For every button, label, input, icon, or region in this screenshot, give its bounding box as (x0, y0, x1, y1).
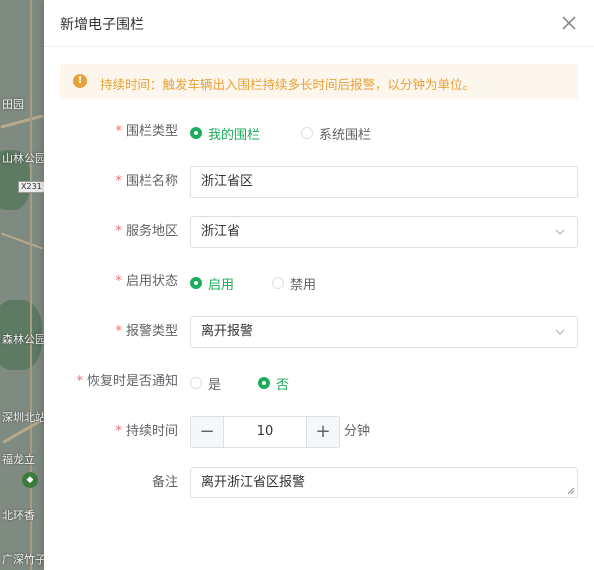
service-area-label: * 服务地区 (115, 224, 178, 239)
remark-textarea[interactable]: 离开浙江省区报警 (190, 467, 578, 498)
form-row-remark: 备注 离开浙江省区报警 (44, 467, 594, 499)
map-label: 森林公园 (2, 333, 44, 346)
form-row-fence-name: * 围栏名称 浙江省区 (44, 166, 594, 198)
alarm-type-label: * 报警类型 (115, 324, 178, 339)
duration-stepper: − 10 + (190, 416, 340, 448)
decrement-button[interactable]: − (191, 417, 224, 447)
map-label: 广深竹子 (2, 553, 44, 566)
radio-system-fence[interactable]: 系统围栏 (301, 124, 371, 143)
form-row-fence-type: * 围栏类型 我的围栏 系统围栏 (44, 116, 594, 148)
radio-notify-no[interactable]: 否 (258, 374, 289, 393)
add-fence-drawer: 新增电子围栏 ! 持续时间：触发车辆出入围栏持续多长时间后报警，以分钟为单位。 … (44, 0, 594, 570)
resize-handle-icon[interactable] (567, 487, 575, 495)
alarm-type-select[interactable]: 离开报警 (190, 316, 578, 348)
radio-disabled[interactable]: 禁用 (272, 274, 316, 293)
form-row-notify-on-recover: * 恢复时是否通知 是 否 (44, 366, 594, 398)
radio-unchecked-icon (272, 276, 284, 289)
map-background: 田园 山林公园 X231 森林公园 深圳北站 福龙立 ◆ 北环香 广深竹子 (0, 0, 44, 570)
service-area-select[interactable]: 浙江省 (190, 216, 578, 248)
radio-checked-icon (258, 376, 270, 389)
form-row-service-area: * 服务地区 浙江省 (44, 216, 594, 248)
duration-label: * 持续时间 (115, 424, 178, 439)
radio-checked-icon (190, 276, 202, 289)
warning-icon: ! (73, 74, 87, 88)
chevron-down-icon (555, 229, 565, 235)
radio-unchecked-icon (190, 376, 202, 389)
map-road (0, 232, 44, 250)
alert-text: 持续时间：触发车辆出入围栏持续多长时间后报警，以分钟为单位。 (100, 77, 476, 92)
form-row-duration: * 持续时间 − 10 + 分钟 (44, 416, 594, 448)
fence-name-input[interactable]: 浙江省区 (190, 166, 578, 198)
info-alert: ! 持续时间：触发车辆出入围栏持续多长时间后报警，以分钟为单位。 (60, 64, 578, 99)
map-label: 福龙立 (2, 453, 35, 466)
radio-my-fence[interactable]: 我的围栏 (190, 124, 260, 143)
increment-button[interactable]: + (306, 417, 339, 447)
fence-type-label: * 围栏类型 (115, 124, 178, 139)
form-row-status: * 启用状态 启用 禁用 (44, 266, 594, 298)
notify-on-recover-label: * 恢复时是否通知 (76, 374, 178, 389)
map-road-shield: X231 (18, 181, 44, 193)
radio-unchecked-icon (301, 126, 313, 139)
drawer-title: 新增电子围栏 (60, 17, 144, 33)
radio-enabled[interactable]: 启用 (190, 274, 234, 293)
map-label: 田园 (2, 98, 24, 111)
map-label: 深圳北站 (2, 411, 44, 424)
chevron-down-icon (555, 329, 565, 335)
drawer-header: 新增电子围栏 (44, 0, 594, 47)
map-pin-icon: ◆ (22, 472, 38, 488)
duration-unit: 分钟 (344, 424, 371, 439)
map-label: 山林公园 (2, 152, 44, 165)
form-row-alarm-type: * 报警类型 离开报警 (44, 316, 594, 348)
map-road (0, 114, 44, 129)
close-icon[interactable] (558, 12, 580, 34)
status-label: * 启用状态 (115, 274, 178, 289)
duration-input[interactable]: 10 (224, 417, 306, 447)
radio-checked-icon (190, 126, 202, 139)
fence-name-label: * 围栏名称 (115, 174, 178, 189)
map-label: 北环香 (2, 509, 35, 522)
remark-label: 备注 (151, 475, 178, 490)
radio-notify-yes[interactable]: 是 (190, 374, 221, 393)
